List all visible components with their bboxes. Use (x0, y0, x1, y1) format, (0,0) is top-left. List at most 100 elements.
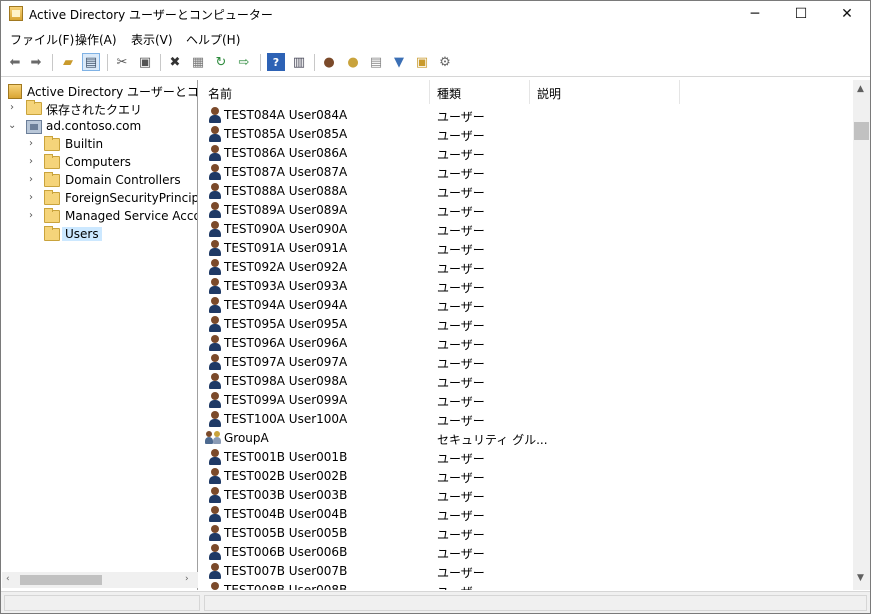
list-vertical-scrollbar[interactable]: ▲ ▼ (853, 80, 870, 590)
scrollbar-thumb[interactable] (854, 122, 869, 140)
scrollbar-thumb[interactable] (20, 575, 102, 585)
list-item[interactable]: TEST095A User095A ユーザー (201, 315, 851, 334)
cell-type: セキュリティ グル... (437, 433, 548, 447)
list-item[interactable]: TEST006B User006B ユーザー (201, 543, 851, 562)
cell-type: ユーザー (437, 471, 485, 485)
new-group-icon[interactable]: ● (344, 53, 362, 71)
menu-view[interactable]: 表示(V) (131, 31, 173, 48)
action-pane-icon[interactable]: ▥ (290, 53, 308, 71)
tree-item-domain-controllers[interactable]: › Domain Controllers (2, 172, 197, 190)
add-to-group-icon[interactable]: ⚙ (436, 53, 454, 71)
filter-icon[interactable]: ▼ (390, 53, 408, 71)
ou-folder-icon (44, 172, 60, 187)
menu-help[interactable]: ヘルプ(H) (186, 31, 240, 48)
list-item[interactable]: TEST087A User087A ユーザー (201, 163, 851, 182)
scroll-down-icon[interactable]: ▼ (857, 573, 864, 583)
scroll-up-icon[interactable]: ▲ (857, 84, 864, 94)
list-item[interactable]: TEST008B User008B ユーザー (201, 581, 851, 590)
delete-icon[interactable]: ✖ (166, 53, 184, 71)
chevron-right-icon[interactable]: › (29, 175, 39, 185)
chevron-right-icon[interactable]: › (29, 193, 39, 203)
list-item[interactable]: TEST090A User090A ユーザー (201, 220, 851, 239)
list-item[interactable]: TEST002B User002B ユーザー (201, 467, 851, 486)
back-icon[interactable]: ⬅ (6, 53, 24, 71)
list-item[interactable]: TEST088A User088A ユーザー (201, 182, 851, 201)
tree-item-domain[interactable]: ⌄ ad.contoso.com (2, 118, 197, 136)
list-item[interactable]: TEST096A User096A ユーザー (201, 334, 851, 353)
list-item[interactable]: TEST085A User085A ユーザー (201, 125, 851, 144)
cell-type: ユーザー (437, 148, 485, 162)
column-header-description[interactable]: 説明 (530, 80, 680, 104)
list-item[interactable]: TEST091A User091A ユーザー (201, 239, 851, 258)
scroll-left-icon[interactable]: ‹ (6, 574, 10, 584)
tree-item-computers[interactable]: › Computers (2, 154, 197, 172)
column-header-type[interactable]: 種類 (430, 80, 530, 104)
list-item[interactable]: TEST097A User097A ユーザー (201, 353, 851, 372)
chevron-right-icon[interactable]: › (10, 103, 20, 113)
folder-icon (44, 190, 60, 205)
list-item[interactable]: TEST094A User094A ユーザー (201, 296, 851, 315)
up-folder-icon[interactable]: ▰ (59, 53, 77, 71)
menu-action[interactable]: 操作(A) (75, 31, 117, 48)
help-icon[interactable]: ? (267, 53, 285, 71)
chevron-right-icon[interactable]: › (29, 157, 39, 167)
list-item[interactable]: TEST001B User001B ユーザー (201, 448, 851, 467)
new-ou-icon[interactable]: ▤ (367, 53, 385, 71)
list-item[interactable]: TEST007B User007B ユーザー (201, 562, 851, 581)
properties-icon[interactable]: ▦ (189, 53, 207, 71)
list-item[interactable]: TEST092A User092A ユーザー (201, 258, 851, 277)
tree-root[interactable]: Active Directory ユーザーとコンピュー (2, 82, 197, 100)
chevron-right-icon[interactable]: › (29, 211, 39, 221)
cell-type: ユーザー (437, 319, 485, 333)
list-item[interactable]: TEST089A User089A ユーザー (201, 201, 851, 220)
list-item[interactable]: TEST093A User093A ユーザー (201, 277, 851, 296)
column-header-name[interactable]: 名前 (201, 80, 430, 104)
cell-name: TEST096A User096A (224, 336, 348, 350)
forward-icon[interactable]: ➡ (27, 53, 45, 71)
tree-item-saved-queries[interactable]: › 保存されたクエリ (2, 100, 197, 118)
tree-item-managed-service-accounts[interactable]: › Managed Service Accounts (2, 208, 197, 226)
minimize-button[interactable]: ─ (732, 1, 778, 26)
status-segment (4, 595, 200, 611)
user-icon (208, 221, 222, 237)
toolbar-separator (314, 54, 315, 71)
refresh-icon[interactable]: ↻ (212, 53, 230, 71)
list-item[interactable]: TEST084A User084A ユーザー (201, 106, 851, 125)
list-item[interactable]: TEST004B User004B ユーザー (201, 505, 851, 524)
maximize-button[interactable]: ☐ (778, 1, 824, 26)
status-bar (1, 591, 870, 613)
cut-icon[interactable]: ✂ (113, 53, 131, 71)
user-icon (208, 259, 222, 275)
chevron-down-icon[interactable]: ⌄ (8, 121, 18, 131)
tree-horizontal-scrollbar[interactable]: ‹ › (2, 572, 198, 588)
tree-item-users[interactable]: Users (2, 226, 197, 244)
cell-type: ユーザー (437, 243, 485, 257)
cell-type: ユーザー (437, 395, 485, 409)
cell-type: ユーザー (437, 110, 485, 124)
show-hide-tree-icon[interactable]: ▤ (82, 53, 100, 71)
user-icon (208, 316, 222, 332)
list-item[interactable]: TEST005B User005B ユーザー (201, 524, 851, 543)
cell-name: TEST100A User100A (224, 412, 348, 426)
cell-type: ユーザー (437, 547, 485, 561)
menu-file[interactable]: ファイル(F) (10, 31, 74, 48)
close-button[interactable]: ✕ (824, 1, 870, 26)
list-item[interactable]: TEST099A User099A ユーザー (201, 391, 851, 410)
cell-name: TEST084A User084A (224, 108, 348, 122)
scroll-right-icon[interactable]: › (185, 574, 189, 584)
user-icon (208, 278, 222, 294)
list-item[interactable]: TEST098A User098A ユーザー (201, 372, 851, 391)
copy-icon[interactable]: ▣ (136, 53, 154, 71)
list-item[interactable]: TEST100A User100A ユーザー (201, 410, 851, 429)
find-icon[interactable]: ▣ (413, 53, 431, 71)
export-list-icon[interactable]: ⇨ (235, 53, 253, 71)
cell-name: TEST099A User099A (224, 393, 348, 407)
list-item[interactable]: GroupA セキュリティ グル... (201, 429, 851, 448)
chevron-right-icon[interactable]: › (29, 139, 39, 149)
cell-type: ユーザー (437, 224, 485, 238)
list-item[interactable]: TEST086A User086A ユーザー (201, 144, 851, 163)
tree-item-foreign-security-principals[interactable]: › ForeignSecurityPrincipals (2, 190, 197, 208)
list-item[interactable]: TEST003B User003B ユーザー (201, 486, 851, 505)
new-user-icon[interactable]: ● (320, 53, 338, 71)
tree-item-builtin[interactable]: › Builtin (2, 136, 197, 154)
